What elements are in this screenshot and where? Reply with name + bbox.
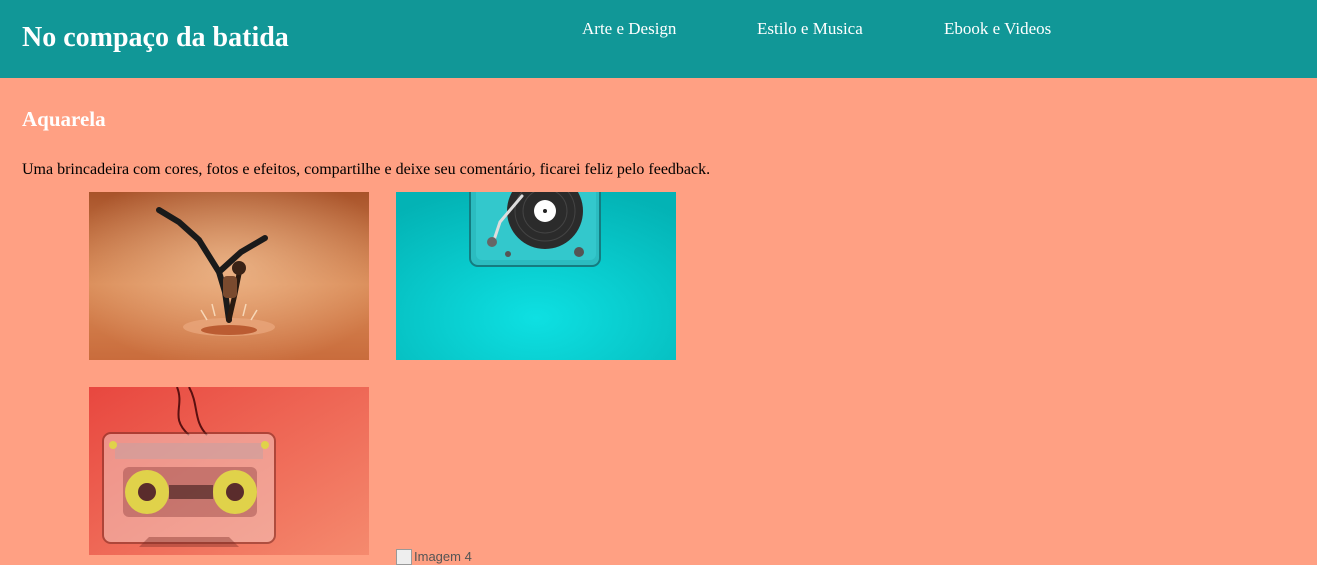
dancer-photo[interactable] bbox=[89, 192, 369, 360]
broken-image-alt: Imagem 4 bbox=[414, 549, 472, 564]
section-description: Uma brincadeira com cores, fotos e efeit… bbox=[22, 161, 711, 178]
cassette-photo[interactable] bbox=[89, 387, 369, 555]
nav-link-estilo-musica[interactable]: Estilo e Musica bbox=[757, 18, 863, 40]
nav-link-arte-design[interactable]: Arte e Design bbox=[582, 18, 676, 40]
nav-link-ebook-videos[interactable]: Ebook e Videos bbox=[944, 18, 1051, 40]
section-title: Aquarela bbox=[22, 107, 106, 131]
broken-image-icon bbox=[396, 549, 412, 565]
broken-image: Imagem 4 bbox=[396, 549, 472, 565]
turntable-photo[interactable] bbox=[396, 192, 676, 360]
site-title[interactable]: No compaço da batida bbox=[22, 20, 289, 56]
site-header: No compaço da batida Arte e Design Estil… bbox=[0, 0, 1317, 78]
